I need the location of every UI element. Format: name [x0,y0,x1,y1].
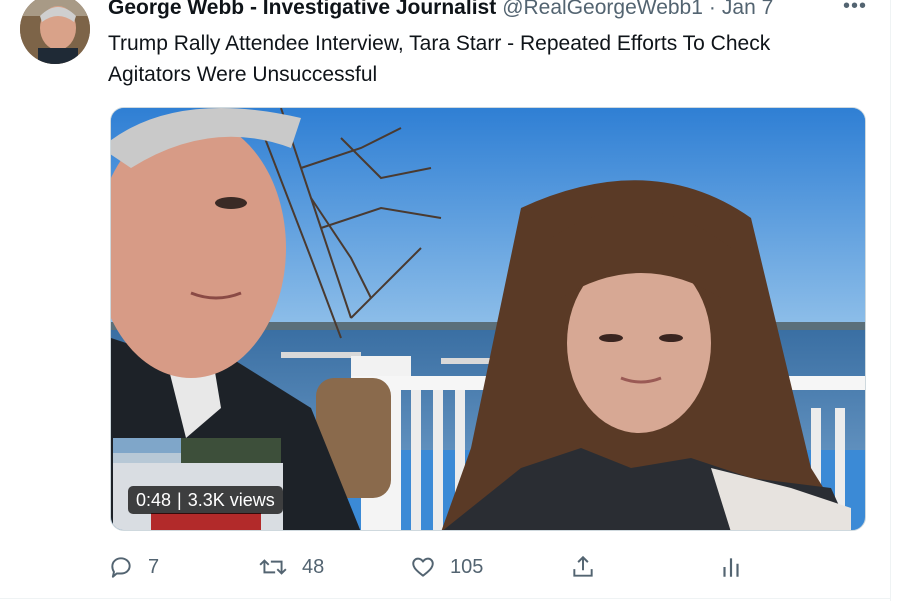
more-options-button[interactable]: ••• [838,0,872,20]
reply-count: 7 [148,555,160,578]
timeline-border [890,0,891,601]
analytics-icon [723,558,739,577]
like-count: 105 [450,555,484,578]
tweet-divider [0,598,890,599]
share-button[interactable] [570,550,596,584]
avatar-photo [20,0,90,64]
avatar[interactable] [20,0,90,64]
video-duration: 0:48 [136,490,172,510]
video-frame [111,108,865,530]
share-icon [573,555,593,577]
analytics-button[interactable] [720,550,742,584]
tweet-actions: 7 48 105 [108,550,748,584]
retweet-button[interactable]: 48 [258,550,324,584]
video-player[interactable] [110,107,866,531]
picture-in-picture [113,438,283,530]
tweet-text: Trump Rally Attendee Interview, Tara Sta… [108,28,828,90]
reply-button[interactable]: 7 [108,550,159,584]
badge-separator: | [177,490,182,510]
retweet-icon [259,559,287,575]
separator-dot: · [708,0,716,19]
tweet-text-line: Agitators Were Unsuccessful [108,63,378,86]
tweet-text-line: Trump Rally Attendee Interview, Tara Sta… [108,32,771,55]
like-button[interactable]: 105 [410,550,483,584]
author-name[interactable]: George Webb - Investigative Journalist [108,0,496,22]
heart-icon [412,557,434,577]
retweet-count: 48 [302,555,325,578]
tweet-header: George Webb - Investigative Journalist @… [108,0,773,22]
video-view-badge: 0:48 | 3.3K views [128,486,283,514]
tweet-timestamp[interactable]: Jan 7 [722,0,773,22]
video-views: 3.3K views [187,490,275,510]
author-handle[interactable]: @RealGeorgeWebb1 [502,0,703,22]
reply-icon [111,557,131,578]
